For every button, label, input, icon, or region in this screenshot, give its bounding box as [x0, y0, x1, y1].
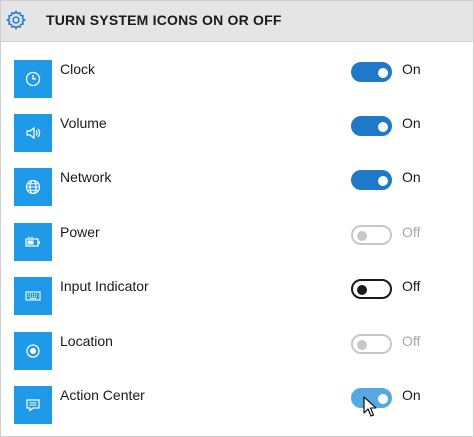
action-center-icon	[26, 399, 40, 412]
keyboard-icon-tile	[14, 277, 52, 315]
setting-label: Action Center	[60, 387, 145, 403]
setting-label: Power	[60, 224, 100, 240]
section-header: TURN SYSTEM ICONS ON OR OFF	[1, 1, 473, 42]
toggle-knob	[357, 285, 367, 295]
toggle-state-text: On	[402, 115, 421, 131]
toggle-state-text: On	[402, 61, 421, 77]
toggle-knob	[357, 231, 367, 241]
toggle-state-text: On	[402, 387, 421, 403]
toggle-knob	[378, 122, 388, 132]
setting-row-location: Location Off	[1, 332, 473, 386]
power-toggle[interactable]	[351, 225, 392, 245]
setting-label: Input Indicator	[60, 278, 149, 294]
speaker-icon-tile	[14, 114, 52, 152]
setting-label: Volume	[60, 115, 107, 131]
page-title: TURN SYSTEM ICONS ON OR OFF	[46, 12, 282, 28]
setting-row-network: Network On	[1, 168, 473, 222]
clock-toggle[interactable]	[351, 62, 392, 82]
setting-row-input-indicator: Input Indicator Off	[1, 277, 473, 331]
input-indicator-toggle[interactable]	[351, 279, 392, 299]
toggle-knob	[357, 340, 367, 350]
toggle-state-text: Off	[402, 224, 421, 240]
toggle-state-text: Off	[402, 333, 421, 349]
location-icon	[26, 344, 40, 358]
setting-row-action-center: Action Center On	[1, 386, 473, 436]
setting-row-volume: Volume On	[1, 114, 473, 168]
system-icons-panel: TURN SYSTEM ICONS ON OR OFF Clock On Vol…	[0, 0, 474, 437]
globe-icon-tile	[14, 168, 52, 206]
setting-label: Clock	[60, 61, 96, 77]
gear-icon	[6, 9, 26, 30]
clock-icon	[25, 71, 41, 87]
toggle-knob	[378, 176, 388, 186]
mouse-pointer-icon	[363, 396, 377, 417]
battery-icon-tile	[14, 223, 52, 261]
toggle-state-text: On	[402, 169, 421, 185]
location-icon-tile	[14, 332, 52, 370]
clock-icon-tile	[14, 60, 52, 98]
keyboard-icon	[25, 291, 41, 301]
battery-icon	[25, 236, 40, 247]
volume-toggle[interactable]	[351, 116, 392, 136]
location-toggle[interactable]	[351, 334, 392, 354]
setting-row-clock: Clock On	[1, 60, 473, 114]
setting-label: Network	[60, 169, 112, 185]
toggle-knob	[378, 68, 388, 78]
toggle-knob	[378, 394, 388, 404]
setting-row-power: Power Off	[1, 223, 473, 277]
network-toggle[interactable]	[351, 170, 392, 190]
setting-label: Location	[60, 333, 113, 349]
globe-icon	[25, 179, 41, 195]
action-center-icon-tile	[14, 386, 52, 424]
speaker-icon	[26, 126, 41, 140]
toggle-state-text: Off	[402, 278, 421, 294]
